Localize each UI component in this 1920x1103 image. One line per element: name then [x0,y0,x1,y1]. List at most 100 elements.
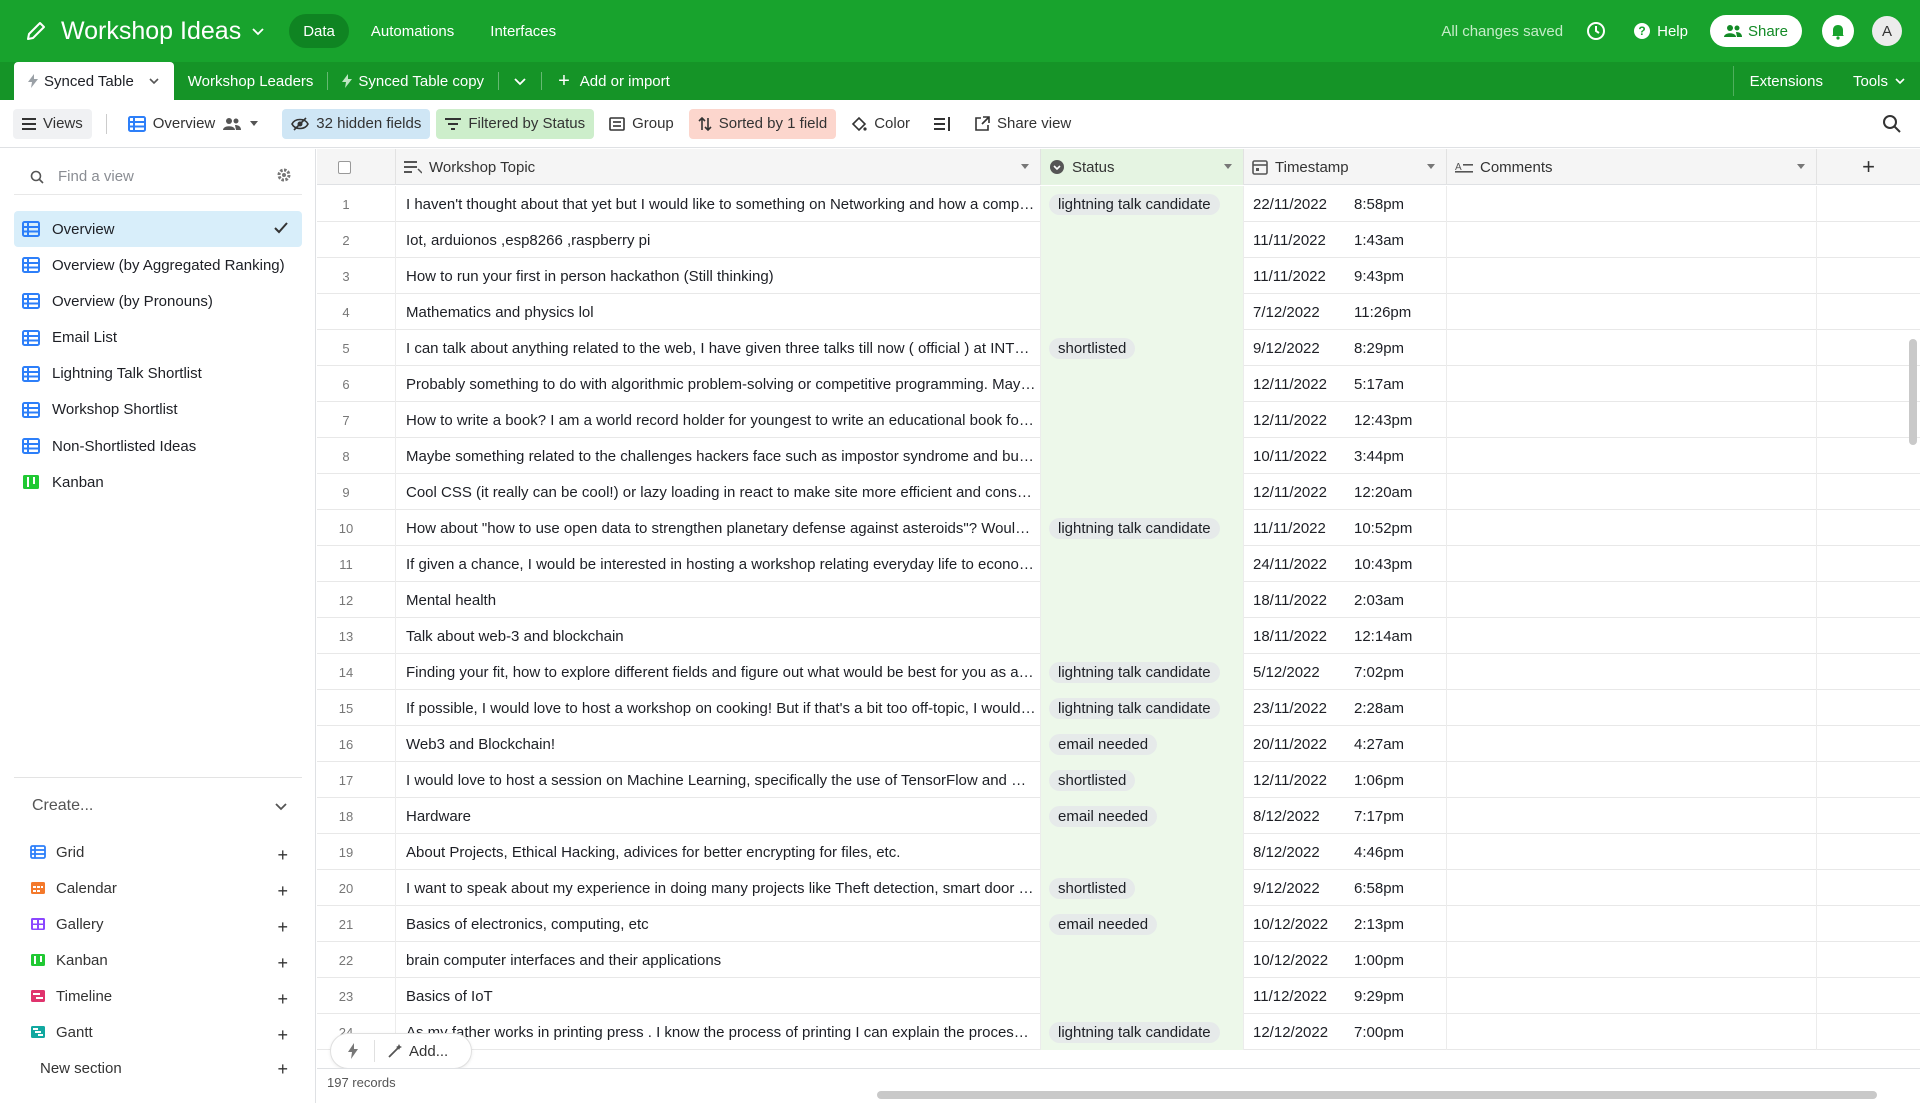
timestamp-cell[interactable]: 12/11/2022 12:20am [1244,474,1447,510]
topic-cell[interactable]: Basics of electronics, computing, etc [396,906,1041,942]
create-kanban-button[interactable]: Kanban + [14,942,302,978]
view-item-lightning-talk-shortlist[interactable]: Lightning Talk Shortlist [14,356,302,392]
timestamp-cell[interactable]: 12/11/2022 5:17am [1244,366,1447,402]
table-row[interactable]: 24 As my father works in printing press .… [317,1014,1920,1050]
timestamp-cell[interactable]: 10/11/2022 3:44pm [1244,438,1447,474]
comments-cell[interactable] [1447,1014,1817,1050]
status-cell[interactable]: lightning talk candidate [1041,510,1244,546]
status-cell[interactable]: lightning talk candidate [1041,654,1244,690]
help-button[interactable]: ? Help [1633,22,1688,40]
status-cell[interactable] [1041,618,1244,654]
timestamp-cell[interactable]: 12/11/2022 1:06pm [1244,762,1447,798]
topic-cell[interactable]: Cool CSS (it really can be cool!) or laz… [396,474,1041,510]
status-cell[interactable] [1041,834,1244,870]
filter-button[interactable]: Filtered by Status [436,108,595,139]
avatar[interactable]: A [1872,16,1902,46]
table-row[interactable]: 17 I would love to host a session on Mach… [317,762,1920,798]
chevron-down-icon[interactable] [148,75,160,87]
notifications-button[interactable] [1822,15,1854,47]
comments-cell[interactable] [1447,942,1817,978]
table-row[interactable]: 1 I haven't thought about that yet but I … [317,186,1920,222]
table-row[interactable]: 13 Talk about web-3 and blockchain 18/11/2… [317,618,1920,654]
status-cell[interactable]: lightning talk candidate [1041,690,1244,726]
add-or-import-button[interactable]: + Add or import [542,62,684,100]
nav-data[interactable]: Data [289,14,349,48]
create-timeline-button[interactable]: Timeline + [14,978,302,1014]
nav-interfaces[interactable]: Interfaces [476,14,570,48]
status-cell[interactable] [1041,978,1244,1014]
comments-cell[interactable] [1447,978,1817,1014]
topic-cell[interactable]: Maybe something related to the challenge… [396,438,1041,474]
comments-cell[interactable] [1447,402,1817,438]
status-cell[interactable]: lightning talk candidate [1041,186,1244,222]
share-button[interactable]: Share [1709,15,1802,47]
table-row[interactable]: 22 brain computer interfaces and their ap… [317,942,1920,978]
table-row[interactable]: 16 Web3 and Blockchain! email needed 20/11/… [317,726,1920,762]
tools-button[interactable]: Tools [1839,73,1920,90]
table-row[interactable]: 23 Basics of IoT 11/12/2022 9:29pm [317,978,1920,1014]
table-row[interactable]: 7 How to write a book? I am a world recor… [317,402,1920,438]
table-row[interactable]: 3 How to run your first in person hackath… [317,258,1920,294]
topic-cell[interactable]: I can talk about anything related to the… [396,330,1041,366]
table-row[interactable]: 8 Maybe something related to the challeng… [317,438,1920,474]
status-cell[interactable]: email needed [1041,798,1244,834]
status-cell[interactable] [1041,222,1244,258]
topic-cell[interactable]: How to write a book? I am a world record… [396,402,1041,438]
status-cell[interactable]: lightning talk candidate [1041,1014,1244,1050]
status-cell[interactable] [1041,474,1244,510]
history-icon[interactable] [1585,20,1607,42]
view-item-non-shortlisted[interactable]: Non-Shortlisted Ideas [14,428,302,464]
timestamp-cell[interactable]: 22/11/2022 8:58pm [1244,186,1447,222]
caret-down-icon[interactable] [1020,163,1030,171]
table-row[interactable]: 6 Probably something to do with algorithm… [317,366,1920,402]
timestamp-cell[interactable]: 5/12/2022 7:02pm [1244,654,1447,690]
topic-cell[interactable]: Finding your fit, how to explore differe… [396,654,1041,690]
base-title[interactable]: Workshop Ideas [61,17,241,46]
table-row[interactable]: 20 I want to speak about my experience in… [317,870,1920,906]
timestamp-cell[interactable]: 8/12/2022 7:17pm [1244,798,1447,834]
comments-cell[interactable] [1447,726,1817,762]
topic-cell[interactable]: Hardware [396,798,1041,834]
comments-cell[interactable] [1447,258,1817,294]
comments-cell[interactable] [1447,690,1817,726]
horizontal-scrollbar[interactable] [877,1091,1877,1099]
timestamp-cell[interactable]: 18/11/2022 2:03am [1244,582,1447,618]
topic-cell[interactable]: Probably something to do with algorithmi… [396,366,1041,402]
status-cell[interactable]: shortlisted [1041,330,1244,366]
timestamp-cell[interactable]: 8/12/2022 4:46pm [1244,834,1447,870]
status-cell[interactable] [1041,258,1244,294]
current-view-button[interactable]: Overview [119,109,269,139]
timestamp-cell[interactable]: 24/11/2022 10:43pm [1244,546,1447,582]
timestamp-cell[interactable]: 10/12/2022 1:00pm [1244,942,1447,978]
color-button[interactable]: Color [842,109,919,139]
caret-down-icon[interactable] [1796,163,1806,171]
status-cell[interactable] [1041,438,1244,474]
status-cell[interactable] [1041,582,1244,618]
status-cell[interactable] [1041,942,1244,978]
timestamp-cell[interactable]: 12/11/2022 12:43pm [1244,402,1447,438]
comments-cell[interactable] [1447,474,1817,510]
table-row[interactable]: 19 About Projects, Ethical Hacking, adivi… [317,834,1920,870]
chevron-down-icon[interactable] [251,24,265,38]
caret-down-icon[interactable] [1223,163,1233,171]
view-item-workshop-shortlist[interactable]: Workshop Shortlist [14,392,302,428]
status-cell[interactable]: email needed [1041,726,1244,762]
status-cell[interactable]: shortlisted [1041,870,1244,906]
comments-cell[interactable] [1447,834,1817,870]
comments-cell[interactable] [1447,618,1817,654]
view-item-overview-pronouns[interactable]: Overview (by Pronouns) [14,283,302,319]
topic-cell[interactable]: If possible, I would love to host a work… [396,690,1041,726]
topic-cell[interactable]: I would love to host a session on Machin… [396,762,1041,798]
create-gallery-button[interactable]: Gallery + [14,906,302,942]
select-all-checkbox[interactable] [338,160,351,174]
comments-cell[interactable] [1447,582,1817,618]
comments-cell[interactable] [1447,906,1817,942]
view-item-overview-aggregated[interactable]: Overview (by Aggregated Ranking) [14,247,302,283]
column-header-timestamp[interactable]: Timestamp [1244,149,1447,185]
share-view-button[interactable]: Share view [965,109,1080,139]
topic-cell[interactable]: brain computer interfaces and their appl… [396,942,1041,978]
table-row[interactable]: 2 Iot, arduionos ,esp8266 ,raspberry pi 11… [317,222,1920,258]
comments-cell[interactable] [1447,366,1817,402]
create-grid-button[interactable]: Grid + [14,834,302,870]
tab-workshop-leaders[interactable]: Workshop Leaders [174,62,328,100]
